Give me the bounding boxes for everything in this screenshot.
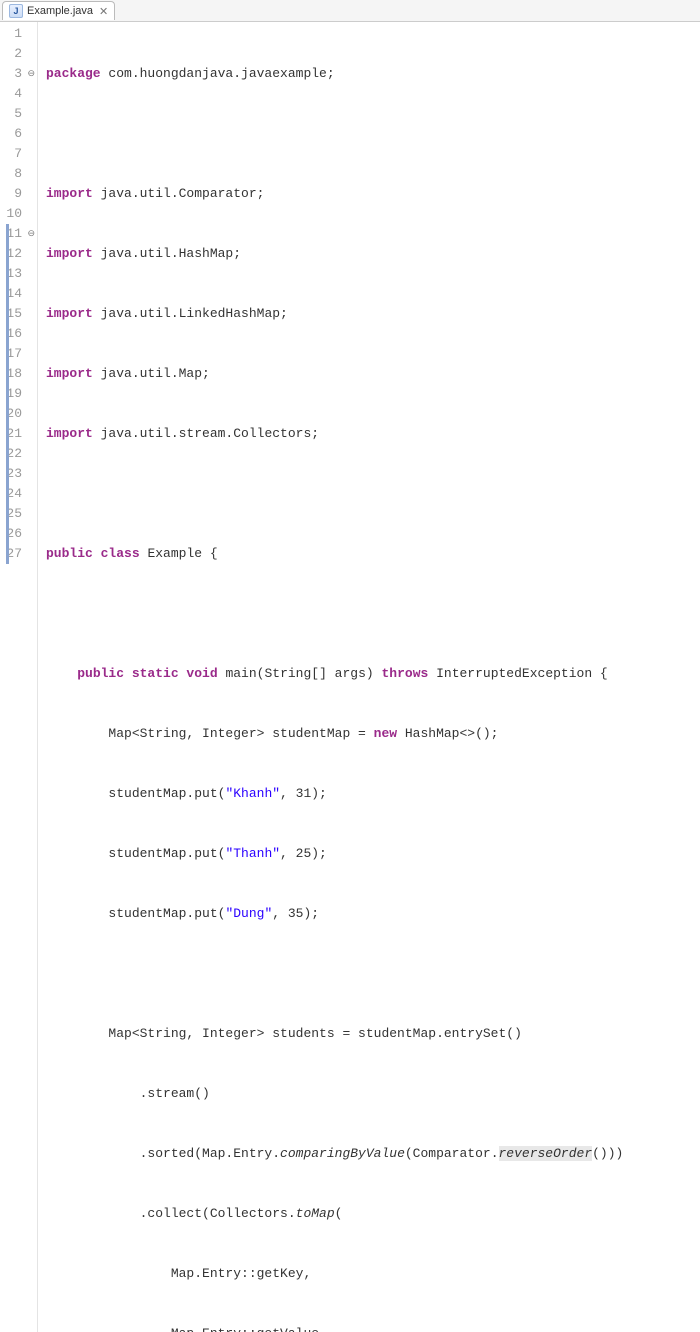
tab-title: Example.java xyxy=(27,5,93,17)
java-file-icon: J xyxy=(9,4,23,18)
tab-bar: J Example.java ✕ xyxy=(0,0,700,22)
fold-icon[interactable]: ⊖ xyxy=(25,224,35,244)
editor-tab[interactable]: J Example.java ✕ xyxy=(2,1,115,20)
code-area[interactable]: package com.huongdanjava.javaexample; im… xyxy=(38,22,700,1332)
line-number-gutter: 1 2 3⊖ 4 5 6 7 8 9 10 11⊖ 12 13 14 15 16… xyxy=(0,22,38,1332)
line-number: 1 xyxy=(6,24,35,44)
fold-icon[interactable]: ⊖ xyxy=(25,64,35,84)
close-icon[interactable]: ✕ xyxy=(99,5,108,18)
code-editor[interactable]: 1 2 3⊖ 4 5 6 7 8 9 10 11⊖ 12 13 14 15 16… xyxy=(0,22,700,1332)
